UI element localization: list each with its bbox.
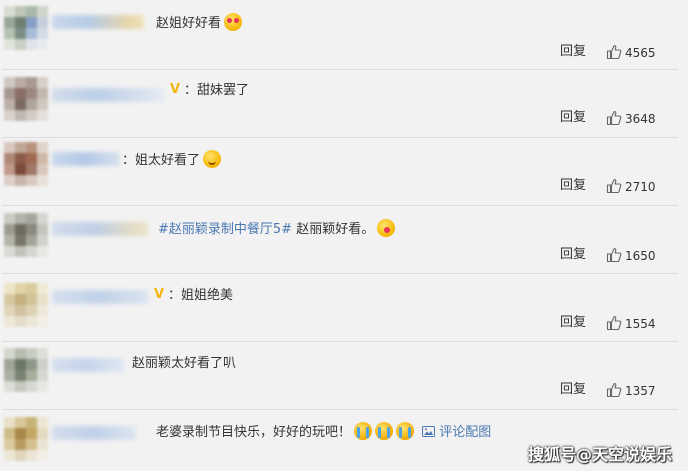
comment-body: 赵丽颖太好看了叭 bbox=[132, 356, 237, 371]
comment-text: 赵姐好好看 bbox=[156, 13, 243, 33]
reply-button[interactable]: 回复 bbox=[560, 381, 586, 399]
reply-button[interactable]: 回复 bbox=[560, 177, 586, 195]
avatar[interactable] bbox=[4, 6, 48, 50]
comment-item: 赵姐好好看 回复 4565 bbox=[0, 0, 688, 68]
thumbs-up-icon bbox=[606, 44, 622, 60]
hashtag-link[interactable]: #赵丽颖录制中餐厅5# bbox=[158, 222, 292, 237]
comment-text: ：姐太好看了 bbox=[122, 150, 222, 170]
username[interactable] bbox=[52, 290, 148, 304]
like-count: 1357 bbox=[625, 384, 656, 398]
reply-button[interactable]: 回复 bbox=[560, 43, 586, 61]
thumbs-up-icon bbox=[606, 178, 622, 194]
comment-actions: 回复 2710 bbox=[488, 177, 688, 197]
username[interactable] bbox=[52, 426, 136, 440]
username[interactable] bbox=[52, 222, 148, 236]
avatar[interactable] bbox=[4, 283, 48, 327]
verified-badge: V bbox=[170, 82, 181, 97]
reply-button[interactable]: 回复 bbox=[560, 109, 586, 127]
crying-emoji bbox=[354, 422, 373, 440]
verified-badge: V bbox=[154, 287, 165, 302]
comment-item: ：姐太好看了 回复 2710 bbox=[0, 138, 688, 205]
comment-actions: 回复 1554 bbox=[488, 314, 688, 334]
comment-text: 赵丽颖太好看了叭 bbox=[132, 355, 236, 373]
comment-body: ：姐太好看了 bbox=[122, 153, 201, 168]
watermark: 搜狐号@天空说娱乐 bbox=[528, 445, 673, 464]
like-count: 3648 bbox=[625, 112, 656, 126]
comment-feed: 赵姐好好看 回复 4565 V ：甜妹罢了 回复 3648 ：姐太好看了 回复 … bbox=[0, 0, 688, 471]
avatar[interactable] bbox=[4, 213, 48, 257]
smile-emoji bbox=[203, 150, 222, 168]
comment-body: 老婆录制节目快乐，好好的玩吧！ bbox=[156, 425, 352, 440]
comment-body: 赵姐好好看 bbox=[156, 16, 222, 31]
kiss-emoji bbox=[377, 219, 396, 237]
username[interactable] bbox=[52, 358, 124, 372]
comment-text: ：姐姐绝美 bbox=[168, 287, 233, 305]
comment-text: ：甜妹罢了 bbox=[184, 82, 249, 100]
comment-actions: 回复 4565 bbox=[488, 43, 688, 63]
comment-body: ：姐姐绝美 bbox=[168, 288, 234, 303]
thumbs-up-icon bbox=[606, 382, 622, 398]
thumbs-up-icon bbox=[606, 110, 622, 126]
like-count: 4565 bbox=[625, 46, 656, 60]
comment-text: 老婆录制节目快乐，好好的玩吧！ 评论配图 bbox=[156, 422, 491, 442]
like-count: 1650 bbox=[625, 249, 656, 263]
comment-text: #赵丽颖录制中餐厅5# 赵丽颖好看。 bbox=[158, 219, 396, 239]
crying-emoji bbox=[375, 422, 394, 440]
comment-image-link[interactable]: 评论配图 bbox=[439, 425, 491, 440]
reply-button[interactable]: 回复 bbox=[560, 246, 586, 264]
username[interactable] bbox=[52, 88, 164, 102]
comment-actions: 回复 1650 bbox=[488, 246, 688, 266]
comment-body: ：甜妹罢了 bbox=[184, 83, 250, 98]
avatar[interactable] bbox=[4, 417, 48, 461]
crying-emoji bbox=[396, 422, 415, 440]
reply-button[interactable]: 回复 bbox=[560, 314, 586, 332]
comment-body: 赵丽颖好看。 bbox=[292, 222, 375, 237]
comment-actions: 回复 3648 bbox=[488, 109, 688, 129]
comment-item: V ：甜妹罢了 回复 3648 bbox=[0, 70, 688, 137]
comment-item: #赵丽颖录制中餐厅5# 赵丽颖好看。 回复 1650 bbox=[0, 206, 688, 274]
thumbs-up-icon bbox=[606, 315, 622, 331]
comment-actions: 回复 1357 bbox=[488, 381, 688, 401]
comment-item: 赵丽颖太好看了叭 回复 1357 bbox=[0, 342, 688, 409]
like-count: 2710 bbox=[625, 180, 656, 194]
avatar[interactable] bbox=[4, 77, 48, 121]
image-icon bbox=[422, 426, 436, 437]
username[interactable] bbox=[52, 152, 120, 166]
avatar[interactable] bbox=[4, 142, 48, 186]
heart-eyes-emoji bbox=[224, 13, 243, 31]
avatar[interactable] bbox=[4, 348, 48, 392]
username[interactable] bbox=[52, 15, 144, 29]
like-count: 1554 bbox=[625, 317, 656, 331]
thumbs-up-icon bbox=[606, 247, 622, 263]
comment-item: V ：姐姐绝美 回复 1554 bbox=[0, 274, 688, 341]
